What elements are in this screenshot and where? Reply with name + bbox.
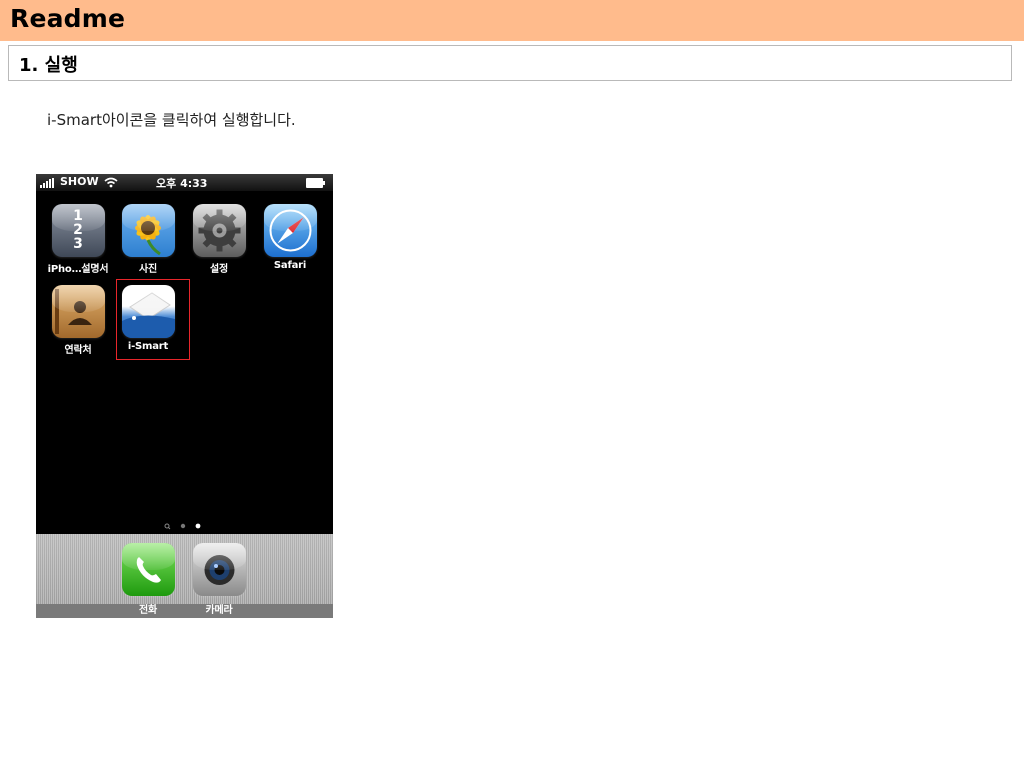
status-clock: 오후 4:33	[156, 177, 208, 190]
dock	[36, 534, 333, 604]
guide-icon-digit: 3	[73, 236, 83, 252]
app-contacts[interactable]: 연락처	[43, 285, 113, 356]
instruction-text: i-Smart아이콘을 클릭하여 실행합니다.	[47, 111, 296, 129]
wifi-icon	[104, 177, 118, 188]
battery-icon	[306, 178, 325, 188]
section-header: 1. 실행	[8, 45, 1012, 81]
section-title: 1. 실행	[19, 55, 78, 76]
page-indicator	[164, 523, 201, 530]
dock-app-phone[interactable]	[113, 543, 183, 596]
gear-icon	[192, 204, 246, 257]
carrier-name: SHOW	[60, 175, 99, 188]
page-title: Readme	[10, 4, 126, 33]
dock-app-camera[interactable]	[184, 543, 254, 596]
guide-icon-digit: 2	[73, 222, 83, 238]
contacts-icon	[51, 285, 105, 338]
app-settings[interactable]: 설정	[184, 204, 254, 275]
app-label: 연락처	[64, 345, 92, 356]
dock-label-bar: 전화 카메라	[36, 604, 333, 618]
app-safari[interactable]: Safari	[255, 204, 325, 271]
camera-icon	[192, 543, 246, 596]
app-label: 전화	[139, 605, 157, 616]
phone-screenshot: SHOW 오후 4:33 1 2 3 iPho…설명서 사진 설정 Safari…	[36, 174, 333, 618]
app-label: 카메라	[205, 605, 233, 616]
app-label: Safari	[273, 260, 307, 271]
title-bar: Readme	[0, 0, 1024, 41]
app-iphone-guide[interactable]: 1 2 3 iPho…설명서	[43, 204, 113, 275]
status-bar: SHOW 오후 4:33	[36, 174, 333, 191]
guide-icon: 1 2 3	[51, 204, 105, 257]
app-label: 설정	[210, 264, 228, 275]
app-photos[interactable]: 사진	[113, 204, 183, 275]
highlight-box	[116, 279, 190, 360]
app-label: iPho…설명서	[47, 264, 109, 275]
app-label: 사진	[139, 264, 157, 275]
phone-icon	[121, 543, 175, 596]
guide-icon-digit: 1	[73, 208, 83, 224]
compass-icon	[263, 204, 317, 257]
signal-icon	[40, 178, 58, 188]
sunflower-icon	[121, 204, 175, 257]
